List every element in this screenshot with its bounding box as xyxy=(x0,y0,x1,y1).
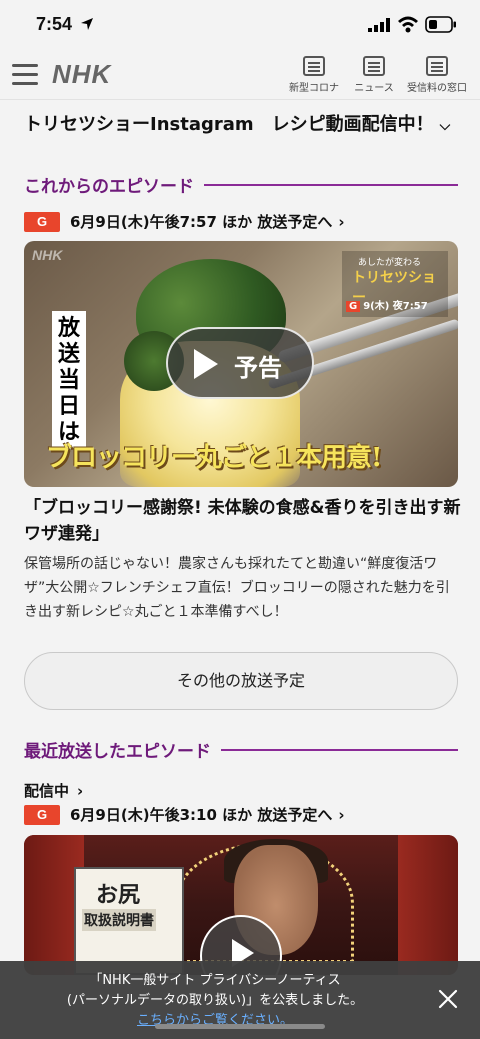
news-icon xyxy=(363,56,385,76)
recent-broadcast-text: 6月9日(木)午後3:10 ほか 放送予定へ xyxy=(70,806,333,824)
status-time: 7:54 xyxy=(36,14,73,34)
battery-icon xyxy=(425,16,456,33)
sign-line2: 取扱説明書 xyxy=(82,909,156,931)
close-icon[interactable] xyxy=(436,987,460,1011)
sign-line1: お尻 xyxy=(96,882,141,908)
status-bar: 7:54 xyxy=(0,0,480,50)
nav-news[interactable]: ニュース xyxy=(350,56,398,94)
nhk-logo[interactable]: NHK xyxy=(52,59,111,90)
notice-line2: (パーソナルデータの取り扱い)」を公表しました。 xyxy=(66,993,364,1008)
hamburger-menu-icon[interactable] xyxy=(12,64,38,86)
video-nhk-watermark: NHK xyxy=(32,247,63,263)
episode-title[interactable]: 「ブロッコリー感謝祭! 未体験の食感&香りを引き出す新ワザ連発」 xyxy=(24,495,464,547)
chevron-down-icon: ⌵ xyxy=(439,118,451,134)
upcoming-section-title: これからのエピソード xyxy=(24,177,204,197)
recent-video-thumbnail[interactable]: お尻 取扱説明書 xyxy=(24,835,458,975)
show-channel-badge: G xyxy=(346,301,361,312)
instagram-recipe-link[interactable]: トリセツショーInstagram レシピ動画配信中！ ⌵ xyxy=(24,110,464,136)
play-preview-button[interactable]: 予告 xyxy=(166,327,314,399)
nav-news-label: ニュース xyxy=(354,83,394,94)
chevron-right-icon: › xyxy=(338,212,345,231)
upcoming-video-thumbnail[interactable]: NHK 放送当日は ブロッコリー丸ごと１本用意! あしたが変わる トリセツショー… xyxy=(24,241,458,487)
corona-icon xyxy=(303,56,325,76)
fee-window-icon xyxy=(426,56,448,76)
show-time: 9(木) 夜7:57 xyxy=(363,301,428,312)
show-logo: あしたが変わる トリセツショー G 9(木) 夜7:57 xyxy=(342,251,448,317)
location-arrow-icon xyxy=(81,18,93,30)
nav-fee-label: 受信料の窓口 xyxy=(407,83,467,94)
chevron-right-icon: › xyxy=(77,782,84,800)
cellular-signal-icon xyxy=(368,18,390,32)
nav-corona-label: 新型コロナ xyxy=(289,83,339,94)
video-caption: ブロッコリー丸ごと１本用意! xyxy=(46,443,382,473)
site-header: NHK 新型コロナ ニュース 受信料の窓口 xyxy=(0,50,480,100)
recent-section-heading: 最近放送したエピソード xyxy=(24,737,458,767)
curtain-right xyxy=(398,835,458,975)
recent-broadcast-link[interactable]: G 6月9日(木)午後3:10 ほか 放送予定へ › xyxy=(24,804,464,828)
streaming-link[interactable]: 配信中 › xyxy=(24,780,83,801)
manual-sign: お尻 取扱説明書 xyxy=(74,867,184,975)
upcoming-section-heading: これからのエピソード xyxy=(24,172,458,202)
instagram-recipe-text: トリセツショーInstagram レシピ動画配信中！ xyxy=(24,114,434,135)
other-broadcasts-button[interactable]: その他の放送予定 xyxy=(24,652,458,710)
wifi-icon xyxy=(398,16,418,33)
episode-description: 保管場所の話じゃない！農家さんも採れたてと勘違い“鮮度復活ワザ”大公開☆フレンチ… xyxy=(24,556,450,620)
nav-fee[interactable]: 受信料の窓口 xyxy=(402,56,472,94)
nav-corona[interactable]: 新型コロナ xyxy=(286,56,342,94)
channel-badge: G xyxy=(24,804,60,825)
show-airtime: G 9(木) 夜7:57 xyxy=(346,297,428,312)
home-indicator[interactable] xyxy=(155,1024,325,1029)
upcoming-broadcast-text: 6月9日(木)午後7:57 ほか 放送予定へ xyxy=(70,213,333,231)
play-icon xyxy=(194,349,218,379)
streaming-label: 配信中 xyxy=(24,782,70,800)
channel-badge: G xyxy=(24,211,60,232)
preview-label: 予告 xyxy=(234,354,282,382)
upcoming-broadcast-link[interactable]: G 6月9日(木)午後7:57 ほか 放送予定へ › xyxy=(24,211,464,235)
video-vertical-text: 放送当日は xyxy=(52,311,86,449)
notice-line1: 「NHK一般サイト プライバシーノーティス xyxy=(89,973,341,988)
chevron-right-icon: › xyxy=(338,805,345,824)
recent-section-title: 最近放送したエピソード xyxy=(24,742,221,762)
